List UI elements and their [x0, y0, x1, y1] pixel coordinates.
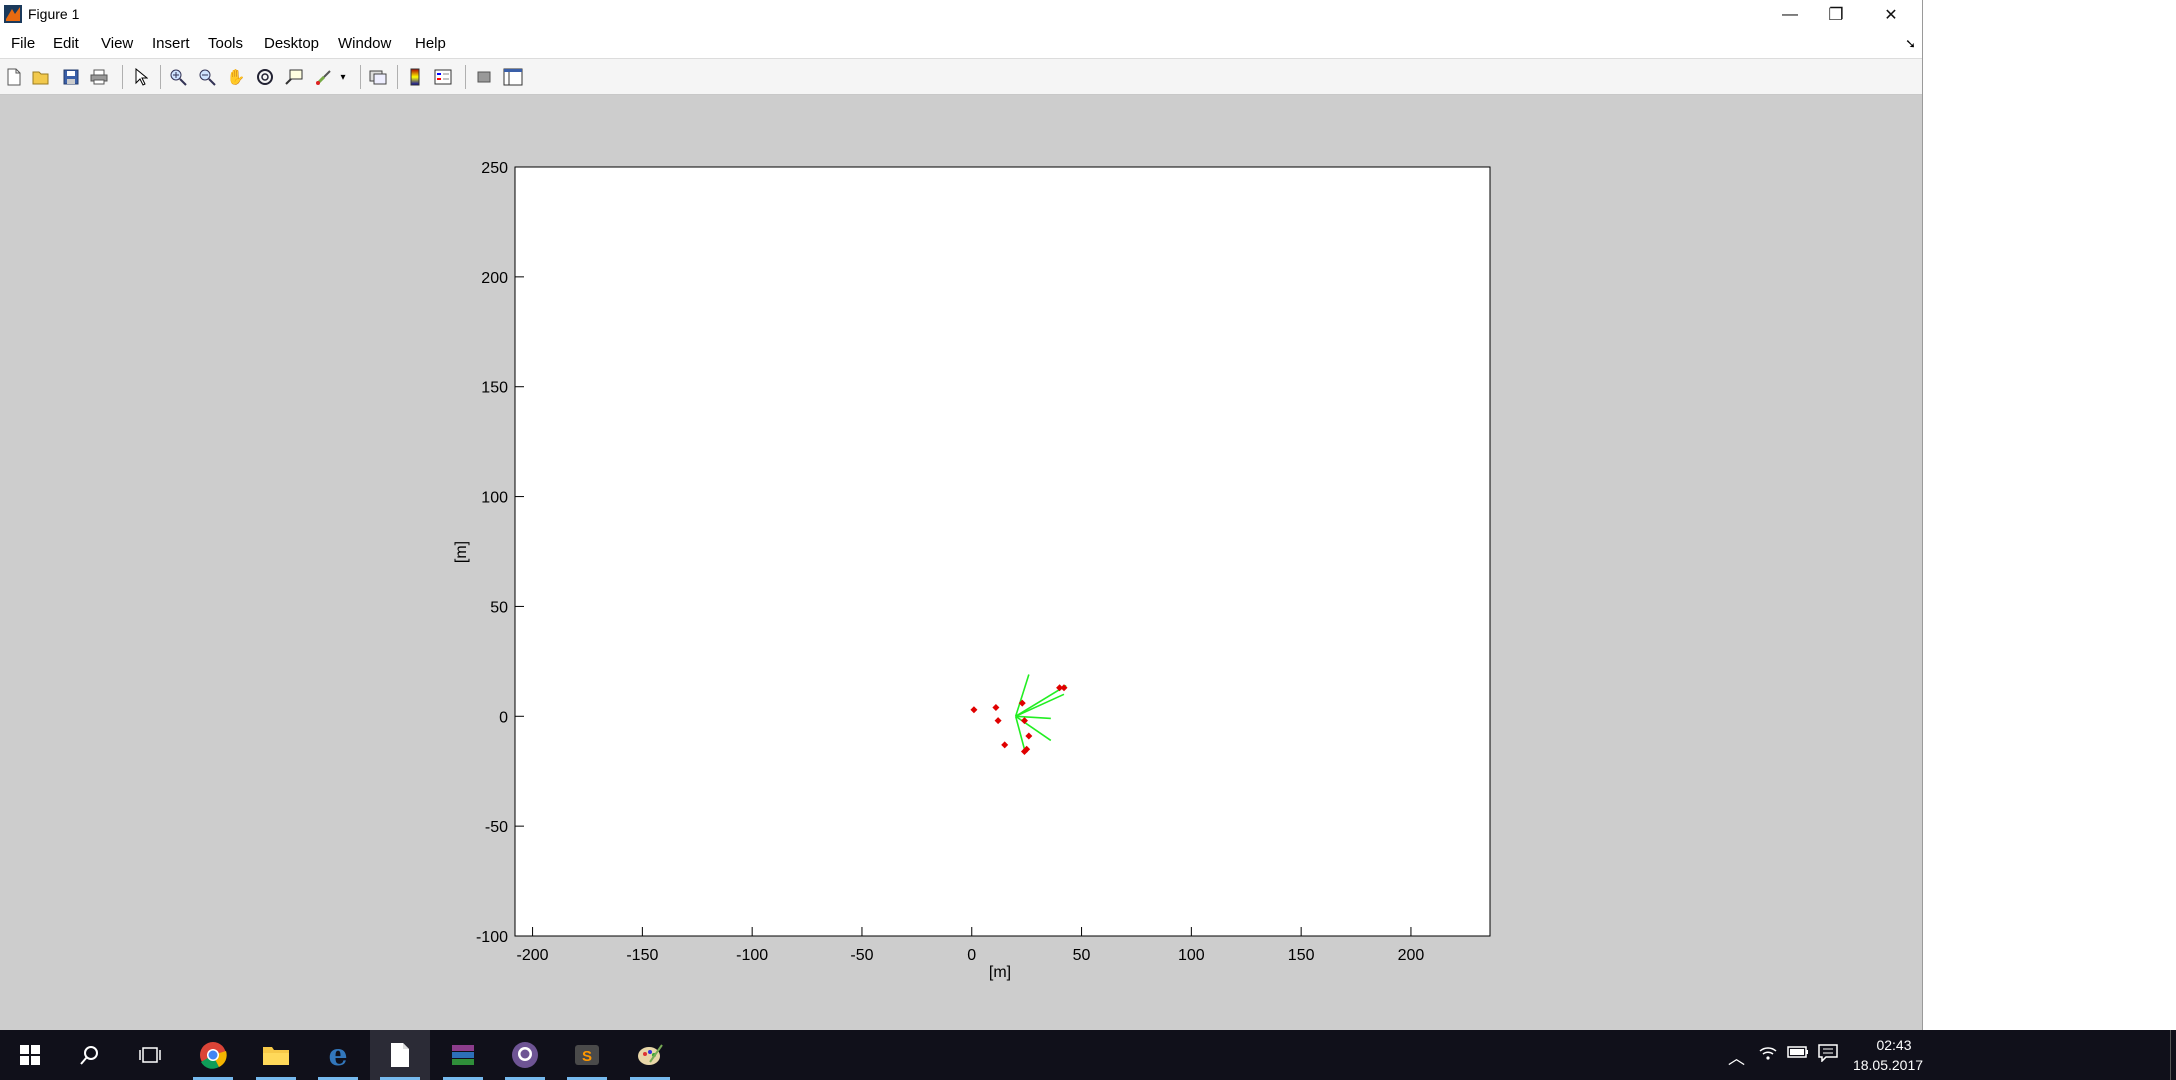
clock-date[interactable]: 18.05.2017: [1838, 1057, 1938, 1073]
window-title: Figure 1: [28, 6, 80, 22]
x-tick-label: 100: [1178, 947, 1205, 964]
brush-dropdown-icon[interactable]: ▾: [336, 66, 350, 88]
sublime-text-icon[interactable]: S: [557, 1030, 617, 1080]
x-tick-label: -50: [850, 947, 873, 964]
x-tick-label: 200: [1398, 947, 1425, 964]
matlab-logo-icon: [4, 5, 22, 23]
toolbar-separator: [360, 65, 361, 89]
menu-window[interactable]: Window: [338, 35, 391, 52]
battery-icon[interactable]: [1787, 1044, 1809, 1064]
rotate-3d-icon[interactable]: [254, 66, 276, 88]
menu-help[interactable]: Help: [415, 35, 446, 52]
dock-arrow-icon[interactable]: ➘: [1905, 36, 1916, 52]
windows-start-icon[interactable]: [0, 1030, 60, 1080]
x-tick-label: 0: [967, 947, 976, 964]
zoom-in-icon[interactable]: [167, 66, 189, 88]
y-tick-label: 0: [499, 709, 508, 726]
toolbar-separator: [160, 65, 161, 89]
wifi-icon[interactable]: [1758, 1044, 1778, 1067]
menu-view[interactable]: View: [101, 35, 133, 52]
paint-icon[interactable]: [620, 1030, 680, 1080]
menu-desktop[interactable]: Desktop: [264, 35, 319, 52]
x-tick-label: 150: [1288, 947, 1315, 964]
file-explorer-icon[interactable]: [246, 1030, 306, 1080]
show-plot-tools-icon[interactable]: [502, 66, 524, 88]
figure-window: Figure 1 — ❐ ✕ File Edit View Insert Too…: [0, 0, 1923, 1030]
print-icon[interactable]: [88, 66, 110, 88]
y-tick-label: 100: [481, 490, 508, 507]
edge-icon[interactable]: e: [308, 1030, 368, 1080]
close-button[interactable]: ✕: [1863, 0, 1919, 29]
action-center-icon[interactable]: [1818, 1044, 1838, 1067]
winrar-icon[interactable]: [433, 1030, 493, 1080]
clock-time[interactable]: 02:43: [1854, 1037, 1934, 1053]
search-icon[interactable]: [60, 1030, 120, 1080]
x-tick-label: -150: [626, 947, 658, 964]
github-icon[interactable]: [495, 1030, 555, 1080]
x-tick-label: -100: [736, 947, 768, 964]
edit-plot-arrow-icon[interactable]: [130, 66, 152, 88]
insert-legend-icon[interactable]: [432, 66, 454, 88]
save-icon[interactable]: [60, 66, 82, 88]
brush-icon[interactable]: [313, 66, 335, 88]
title-bar[interactable]: Figure 1 — ❐ ✕: [0, 0, 1922, 29]
x-tick-label: 50: [1073, 947, 1091, 964]
y-tick-label: -50: [485, 819, 508, 836]
figure-toolbar: ✋ ▾: [0, 59, 1922, 95]
chevron-up-icon[interactable]: ︿: [1728, 1044, 1745, 1069]
axes-area[interactable]: [514, 166, 1491, 937]
open-file-icon[interactable]: [30, 66, 52, 88]
toolbar-separator: [122, 65, 123, 89]
toolbar-separator: [465, 65, 466, 89]
hide-plot-tools-icon[interactable]: [473, 66, 495, 88]
y-tick-label: -100: [476, 929, 508, 946]
restore-button[interactable]: ❐: [1808, 0, 1864, 29]
y-tick-label: 250: [481, 160, 508, 177]
y-tick-label: 50: [490, 599, 508, 616]
menu-tools[interactable]: Tools: [208, 35, 243, 52]
show-desktop-button[interactable]: [2170, 1030, 2176, 1080]
y-tick-label: 200: [481, 270, 508, 287]
x-tick-label: -200: [517, 947, 549, 964]
menu-edit[interactable]: Edit: [53, 35, 79, 52]
matlab-figure-icon[interactable]: [370, 1030, 430, 1080]
menu-file[interactable]: File: [11, 35, 35, 52]
y-tick-label: 150: [481, 380, 508, 397]
svg-text:S: S: [582, 1048, 592, 1065]
x-axis-label: [m]: [989, 964, 1011, 981]
insert-colorbar-icon[interactable]: [404, 66, 426, 88]
y-axis-label: [m]: [453, 541, 470, 563]
figure-canvas: -200 -150 -100 -50 0 50 100 150 200 -100 -50 0 50 10…: [453, 160, 1491, 981]
chrome-icon[interactable]: [183, 1030, 243, 1080]
link-plot-icon[interactable]: [367, 66, 389, 88]
new-figure-icon[interactable]: [3, 66, 25, 88]
toolbar-separator: [397, 65, 398, 89]
task-view-icon[interactable]: [120, 1030, 180, 1080]
zoom-out-icon[interactable]: [196, 66, 218, 88]
menu-insert[interactable]: Insert: [152, 35, 190, 52]
pan-hand-icon[interactable]: ✋: [225, 66, 247, 88]
data-cursor-icon[interactable]: [283, 66, 305, 88]
menu-bar: File Edit View Insert Tools Desktop Wind…: [0, 29, 1922, 59]
